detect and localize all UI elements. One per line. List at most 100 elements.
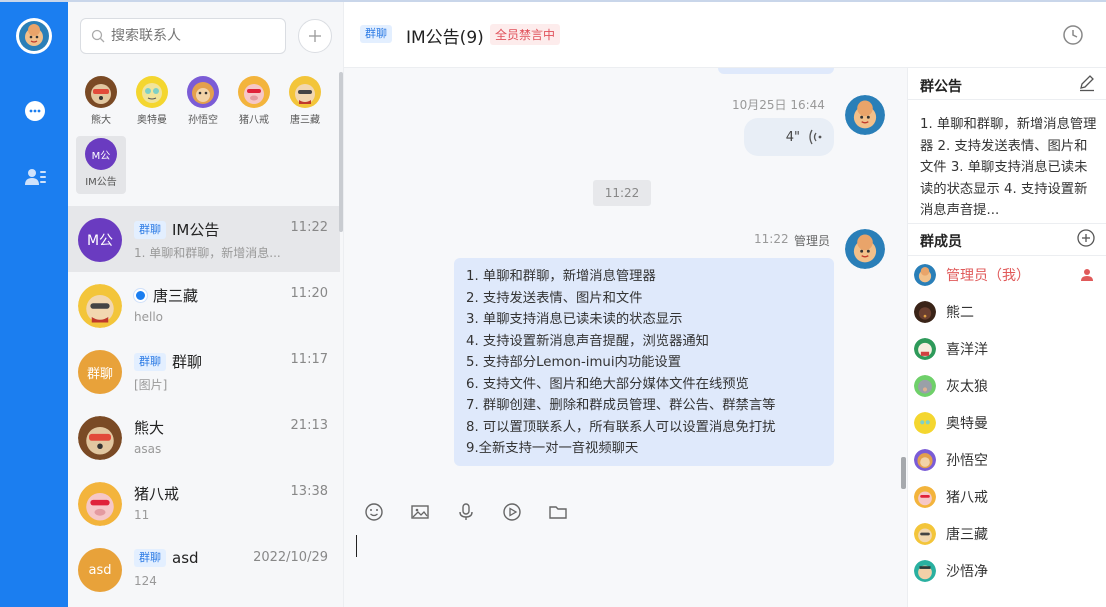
conversation-avatar: asd: [78, 548, 122, 592]
contacts-nav-icon[interactable]: [22, 164, 48, 190]
member-item[interactable]: 喜洋洋: [914, 334, 1100, 364]
sender-avatar[interactable]: [845, 95, 885, 135]
member-name: 管理员（我）: [946, 268, 1030, 284]
microphone-icon[interactable]: [454, 500, 478, 524]
announcement-line: 5. 支持部分Lemon-imui内功能设置: [466, 355, 682, 370]
member-item[interactable]: 灰太狼: [914, 371, 1100, 401]
conversation-name: 猪八戒: [134, 485, 180, 503]
conversation-time: 11:22: [290, 220, 328, 235]
edit-notice-icon[interactable]: [1078, 74, 1096, 96]
sender-avatar[interactable]: [845, 229, 885, 269]
message-scrollbar[interactable]: [901, 457, 906, 489]
chat-nav-icon[interactable]: [22, 98, 48, 124]
quick-contact-tangsanzang[interactable]: 唐三藏: [280, 74, 330, 132]
quick-contact-label: 猪八戒: [239, 115, 269, 126]
conversation-item[interactable]: 熊大 21:13 asas: [68, 404, 340, 470]
quick-contact-ultraman[interactable]: 奥特曼: [127, 74, 177, 132]
message-editor[interactable]: [344, 527, 907, 607]
divider: [908, 255, 1106, 256]
message-list: 10月25日 16:44 4" 11:22 11:22 管理员 1. 单聊和群聊…: [344, 68, 907, 468]
announcement-line: 4. 支持设置新消息声音提醒，浏览器通知: [466, 333, 709, 349]
announcement-line: 7. 群聊创建、删除和群成员管理、群公告、群禁言等: [466, 398, 776, 413]
pig-avatar-icon: [78, 482, 122, 526]
online-dot-icon: [134, 289, 147, 302]
member-name: 孙悟空: [946, 453, 988, 469]
chat-panel: 群聊 IM公告(9) 全员禁言中 10月25日 16:44 4" 11:22 1…: [344, 2, 1106, 607]
conversation-time: 13:38: [290, 484, 328, 499]
conversation-time: 21:13: [290, 418, 328, 433]
bear-avatar-icon: [78, 416, 122, 460]
sidebar-scrollbar[interactable]: [339, 72, 343, 232]
voice-message-bubble[interactable]: 4": [744, 118, 834, 156]
conversation-avatar: [78, 416, 122, 460]
member-item[interactable]: 孙悟空: [914, 445, 1100, 475]
member-item[interactable]: 熊二: [914, 297, 1100, 327]
search-icon: [91, 29, 105, 43]
history-clock-icon[interactable]: [1062, 24, 1084, 46]
voice-duration: 4": [785, 129, 800, 145]
member-avatar: [914, 560, 936, 582]
conversation-avatar: [78, 482, 122, 526]
quick-contact-im-notice[interactable]: M公 IM公告: [76, 136, 126, 194]
header-group-tag: 群聊: [360, 25, 392, 43]
quick-contact-label: 奥特曼: [137, 115, 167, 126]
conversation-name: IM公告: [172, 221, 220, 239]
conversation-item[interactable]: M公 群聊 IM公告 11:22 1. 单聊和群聊，新增消息...: [68, 206, 340, 272]
contact-sidebar: 熊大 奥特曼 孙悟空 猪八戒 唐三藏 M公 IM公告: [68, 2, 344, 607]
member-item[interactable]: 沙悟净: [914, 556, 1100, 586]
conversation-preview: 11: [134, 508, 150, 522]
video-play-icon[interactable]: [500, 500, 524, 524]
ultraman-avatar-icon: [136, 76, 168, 108]
conversation-name: 唐三藏: [153, 287, 199, 305]
chat-header: 群聊 IM公告(9) 全员禁言中: [344, 2, 1106, 68]
member-item[interactable]: 猪八戒: [914, 482, 1100, 512]
conversation-avatar: [78, 284, 122, 328]
announcement-line: 3. 单聊支持消息已读未读的状态显示: [466, 312, 683, 327]
quick-contact-zhubajie[interactable]: 猪八戒: [229, 74, 279, 132]
conversation-item[interactable]: 群聊 群聊 群聊 11:17 [图片]: [68, 338, 340, 404]
conversation-item[interactable]: 猪八戒 13:38 11: [68, 470, 340, 536]
search-input[interactable]: [111, 28, 271, 44]
quick-contact-label: 孙悟空: [188, 115, 218, 126]
conversation-name: asd: [172, 549, 199, 567]
quick-contact-label: 唐三藏: [290, 115, 320, 126]
group-tag: 群聊: [134, 352, 166, 371]
im-notice-avatar: M公: [85, 138, 117, 170]
group-info-panel: 群公告 1. 单聊和群聊，新增消息管理器 2. 支持发送表情、图片和文件 3. …: [907, 68, 1106, 607]
emoji-icon[interactable]: [362, 500, 386, 524]
my-avatar[interactable]: [16, 18, 52, 54]
quick-contact-xiongda[interactable]: 熊大: [76, 74, 126, 132]
member-item[interactable]: 唐三藏: [914, 519, 1100, 549]
folder-icon[interactable]: [546, 500, 570, 524]
message-time: 11:22: [754, 232, 789, 246]
previous-message-bubble: [718, 68, 834, 74]
add-member-icon[interactable]: [1076, 228, 1096, 252]
notice-text: 1. 单聊和群聊，新增消息管理器 2. 支持发送表情、图片和文件 3. 单聊支持…: [920, 117, 1097, 218]
conversation-preview: 1. 单聊和群聊，新增消息...: [134, 246, 281, 260]
message-time: 10月25日 16:44: [732, 98, 825, 112]
image-icon[interactable]: [408, 500, 432, 524]
input-toolbar: [362, 500, 570, 524]
quick-contact-sunwukong[interactable]: 孙悟空: [178, 74, 228, 132]
monk-avatar-icon: [78, 284, 122, 328]
group-tag: 群聊: [134, 549, 166, 567]
conversation-preview: [图片]: [134, 378, 168, 392]
member-avatar: [914, 301, 936, 323]
member-name: 沙悟净: [946, 564, 988, 580]
conversation-time: 11:20: [290, 286, 328, 301]
member-item[interactable]: 管理员（我）: [914, 260, 1100, 290]
member-item[interactable]: 奥特曼: [914, 408, 1100, 438]
member-avatar: [914, 523, 936, 545]
divider: [908, 99, 1106, 100]
conversation-item[interactable]: asd 群聊 asd 2022/10/29 124: [68, 536, 340, 602]
monk-avatar-icon: [289, 76, 321, 108]
quick-contacts: 熊大 奥特曼 孙悟空 猪八戒 唐三藏 M公 IM公告: [76, 74, 338, 198]
conversation-item[interactable]: 唐三藏 11:20 hello: [68, 272, 340, 338]
add-button[interactable]: [298, 19, 332, 53]
search-box[interactable]: [80, 18, 286, 54]
conversation-preview: hello: [134, 310, 163, 324]
admin-user-icon: [1080, 267, 1094, 286]
plus-icon: [309, 30, 321, 42]
announcement-message-bubble[interactable]: 1. 单聊和群聊，新增消息管理器 2. 支持发送表情、图片和文件 3. 单聊支持…: [454, 258, 834, 466]
member-avatar: [914, 449, 936, 471]
